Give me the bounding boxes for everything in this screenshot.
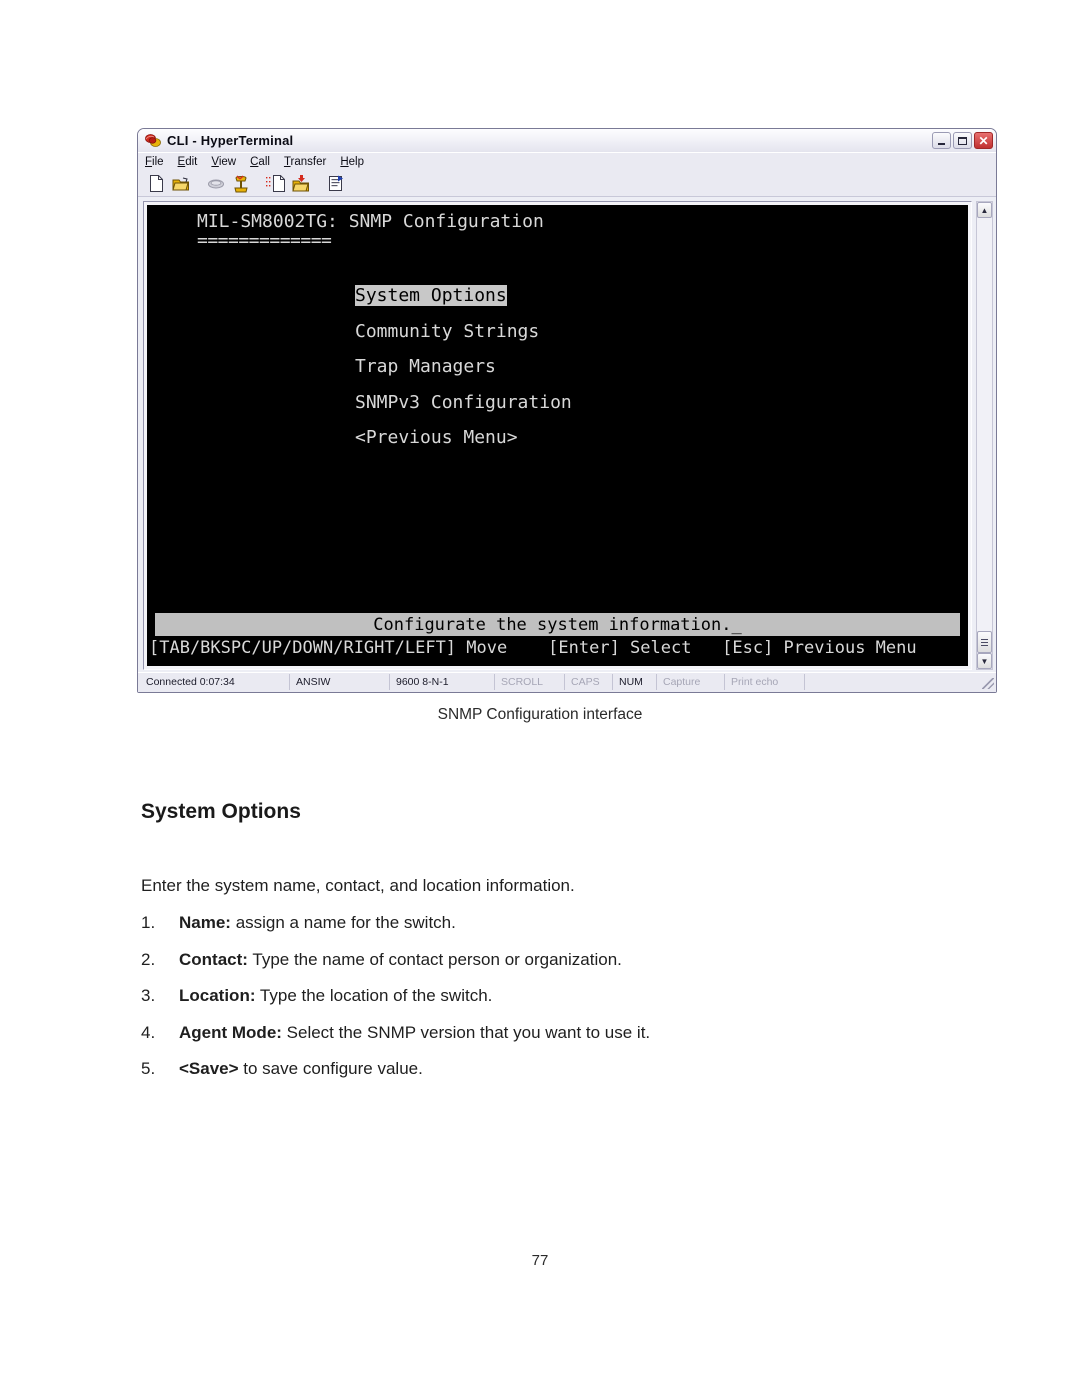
status-emulation: ANSIW (290, 674, 390, 690)
list-item-term: Agent Mode: (179, 1022, 282, 1042)
list-item: 3. Location: Type the location of the sw… (141, 986, 901, 1023)
terminal-title: MIL-SM8002TG: SNMP Configuration (197, 211, 544, 232)
terminal-menu-item-community-strings[interactable]: Community Strings (355, 314, 572, 350)
terminal-scrollbar[interactable]: ▲ ▼ (976, 201, 993, 670)
terminal-menu-label: Community Strings (355, 320, 540, 342)
status-scroll-indicator: SCROLL (495, 674, 565, 690)
terminal-menu-label: System Options (355, 285, 507, 307)
list-item-text: assign a name for the switch. (230, 913, 456, 932)
scroll-down-icon[interactable]: ▼ (977, 653, 992, 669)
maximize-icon (958, 136, 967, 145)
list-item-term: Contact: (179, 949, 248, 969)
status-caps-indicator: CAPS (565, 674, 613, 690)
close-button[interactable]: ✕ (974, 132, 993, 149)
status-filler (805, 674, 982, 690)
hyperterminal-window: CLI - HyperTerminal ✕ File Edit View Cal… (137, 128, 997, 693)
status-capture-indicator: Capture (657, 674, 725, 690)
list-item-text: Type the name of contact person or organ… (247, 949, 622, 969)
section-intro: Enter the system name, contact, and loca… (141, 876, 575, 895)
list-item-number: 4. (141, 1022, 156, 1042)
menu-file[interactable]: File (145, 156, 164, 168)
list-item-text: to save configure value. (238, 1059, 423, 1078)
receive-file-icon[interactable] (290, 173, 312, 194)
window-titlebar[interactable]: CLI - HyperTerminal ✕ (138, 129, 996, 152)
hyperterminal-icon (144, 133, 162, 149)
list-item-number: 2. (141, 949, 156, 969)
list-item: 2. Contact: Type the name of contact per… (141, 950, 901, 987)
terminal-status-message: Configurate the system information._ (155, 613, 960, 636)
call-icon[interactable] (205, 173, 227, 194)
page-number: 77 (531, 1252, 549, 1269)
maximize-button[interactable] (953, 132, 972, 149)
menu-transfer[interactable]: Transfer (284, 156, 326, 168)
open-icon[interactable] (170, 173, 192, 194)
status-connection-time: Connected 0:07:34 (140, 674, 290, 690)
terminal-key-help: [TAB/BKSPC/UP/DOWN/RIGHT/LEFT] Move [Ent… (149, 638, 917, 658)
new-connection-icon[interactable] (145, 173, 167, 194)
scroll-up-icon[interactable]: ▲ (977, 202, 992, 218)
window-statusbar: Connected 0:07:34 ANSIW 9600 8-N-1 SCROL… (138, 672, 996, 692)
terminal-frame: MIL-SM8002TG: SNMP Configuration =======… (143, 201, 972, 670)
scrollbar-track[interactable] (977, 218, 992, 631)
list-item-number: 1. (141, 913, 156, 932)
list-item: 4. Agent Mode: Select the SNMP version t… (141, 1023, 901, 1060)
menu-help[interactable]: Help (340, 156, 364, 168)
terminal-menu-item-previous-menu[interactable]: <Previous Menu> (355, 420, 572, 456)
figure-caption: SNMP Configuration interface (437, 706, 643, 723)
caption-button-group: ✕ (932, 132, 993, 149)
terminal-menu: System Options Community Strings Trap Ma… (355, 278, 572, 456)
send-file-icon[interactable] (265, 173, 287, 194)
list-item-text: Select the SNMP version that you want to… (281, 1022, 651, 1042)
terminal-menu-label: SNMPv3 Configuration (355, 391, 572, 413)
list-item-term: <Save> (179, 1059, 239, 1078)
terminal-menu-item-snmpv3-configuration[interactable]: SNMPv3 Configuration (355, 385, 572, 421)
list-item: 1. Name: assign a name for the switch. (141, 913, 901, 950)
minimize-button[interactable] (932, 132, 951, 149)
close-icon: ✕ (978, 133, 989, 148)
terminal-menu-item-system-options[interactable]: System Options (355, 278, 572, 314)
list-item: 5. <Save> to save configure value. (141, 1059, 901, 1096)
terminal-menu-label: Trap Managers (355, 356, 496, 378)
menu-edit[interactable]: Edit (178, 156, 198, 168)
status-line-settings: 9600 8-N-1 (390, 674, 495, 690)
list-item-term: Location: (179, 986, 256, 1005)
menu-view[interactable]: View (211, 156, 236, 168)
list-item-term: Name: (179, 913, 231, 932)
menu-call[interactable]: Call (250, 156, 270, 168)
minimize-icon (938, 142, 945, 145)
window-title: CLI - HyperTerminal (167, 133, 294, 148)
status-print-echo-indicator: Print echo (725, 674, 805, 690)
scrollbar-grip-icon (981, 638, 988, 646)
section-heading: System Options (141, 800, 301, 823)
instruction-list: 1. Name: assign a name for the switch. 2… (141, 913, 901, 1096)
terminal-menu-item-trap-managers[interactable]: Trap Managers (355, 349, 572, 385)
terminal-title-underline: ============= (197, 230, 332, 251)
terminal-status-block: Configurate the system information._ [TA… (147, 613, 968, 658)
disconnect-icon[interactable] (230, 173, 252, 194)
toolbar (138, 171, 996, 197)
resize-grip-icon[interactable] (982, 678, 994, 689)
list-item-number: 5. (141, 1059, 156, 1078)
list-item-number: 3. (141, 986, 156, 1005)
terminal-screen[interactable]: MIL-SM8002TG: SNMP Configuration =======… (147, 205, 968, 666)
list-item-text: Type the location of the switch. (255, 986, 493, 1005)
menu-bar: File Edit View Call Transfer Help (138, 152, 996, 171)
status-num-indicator: NUM (613, 674, 657, 690)
terminal-client-area: MIL-SM8002TG: SNMP Configuration =======… (138, 197, 996, 672)
scrollbar-thumb[interactable] (977, 631, 992, 653)
terminal-menu-label: <Previous Menu> (355, 427, 518, 449)
properties-icon[interactable] (325, 173, 347, 194)
